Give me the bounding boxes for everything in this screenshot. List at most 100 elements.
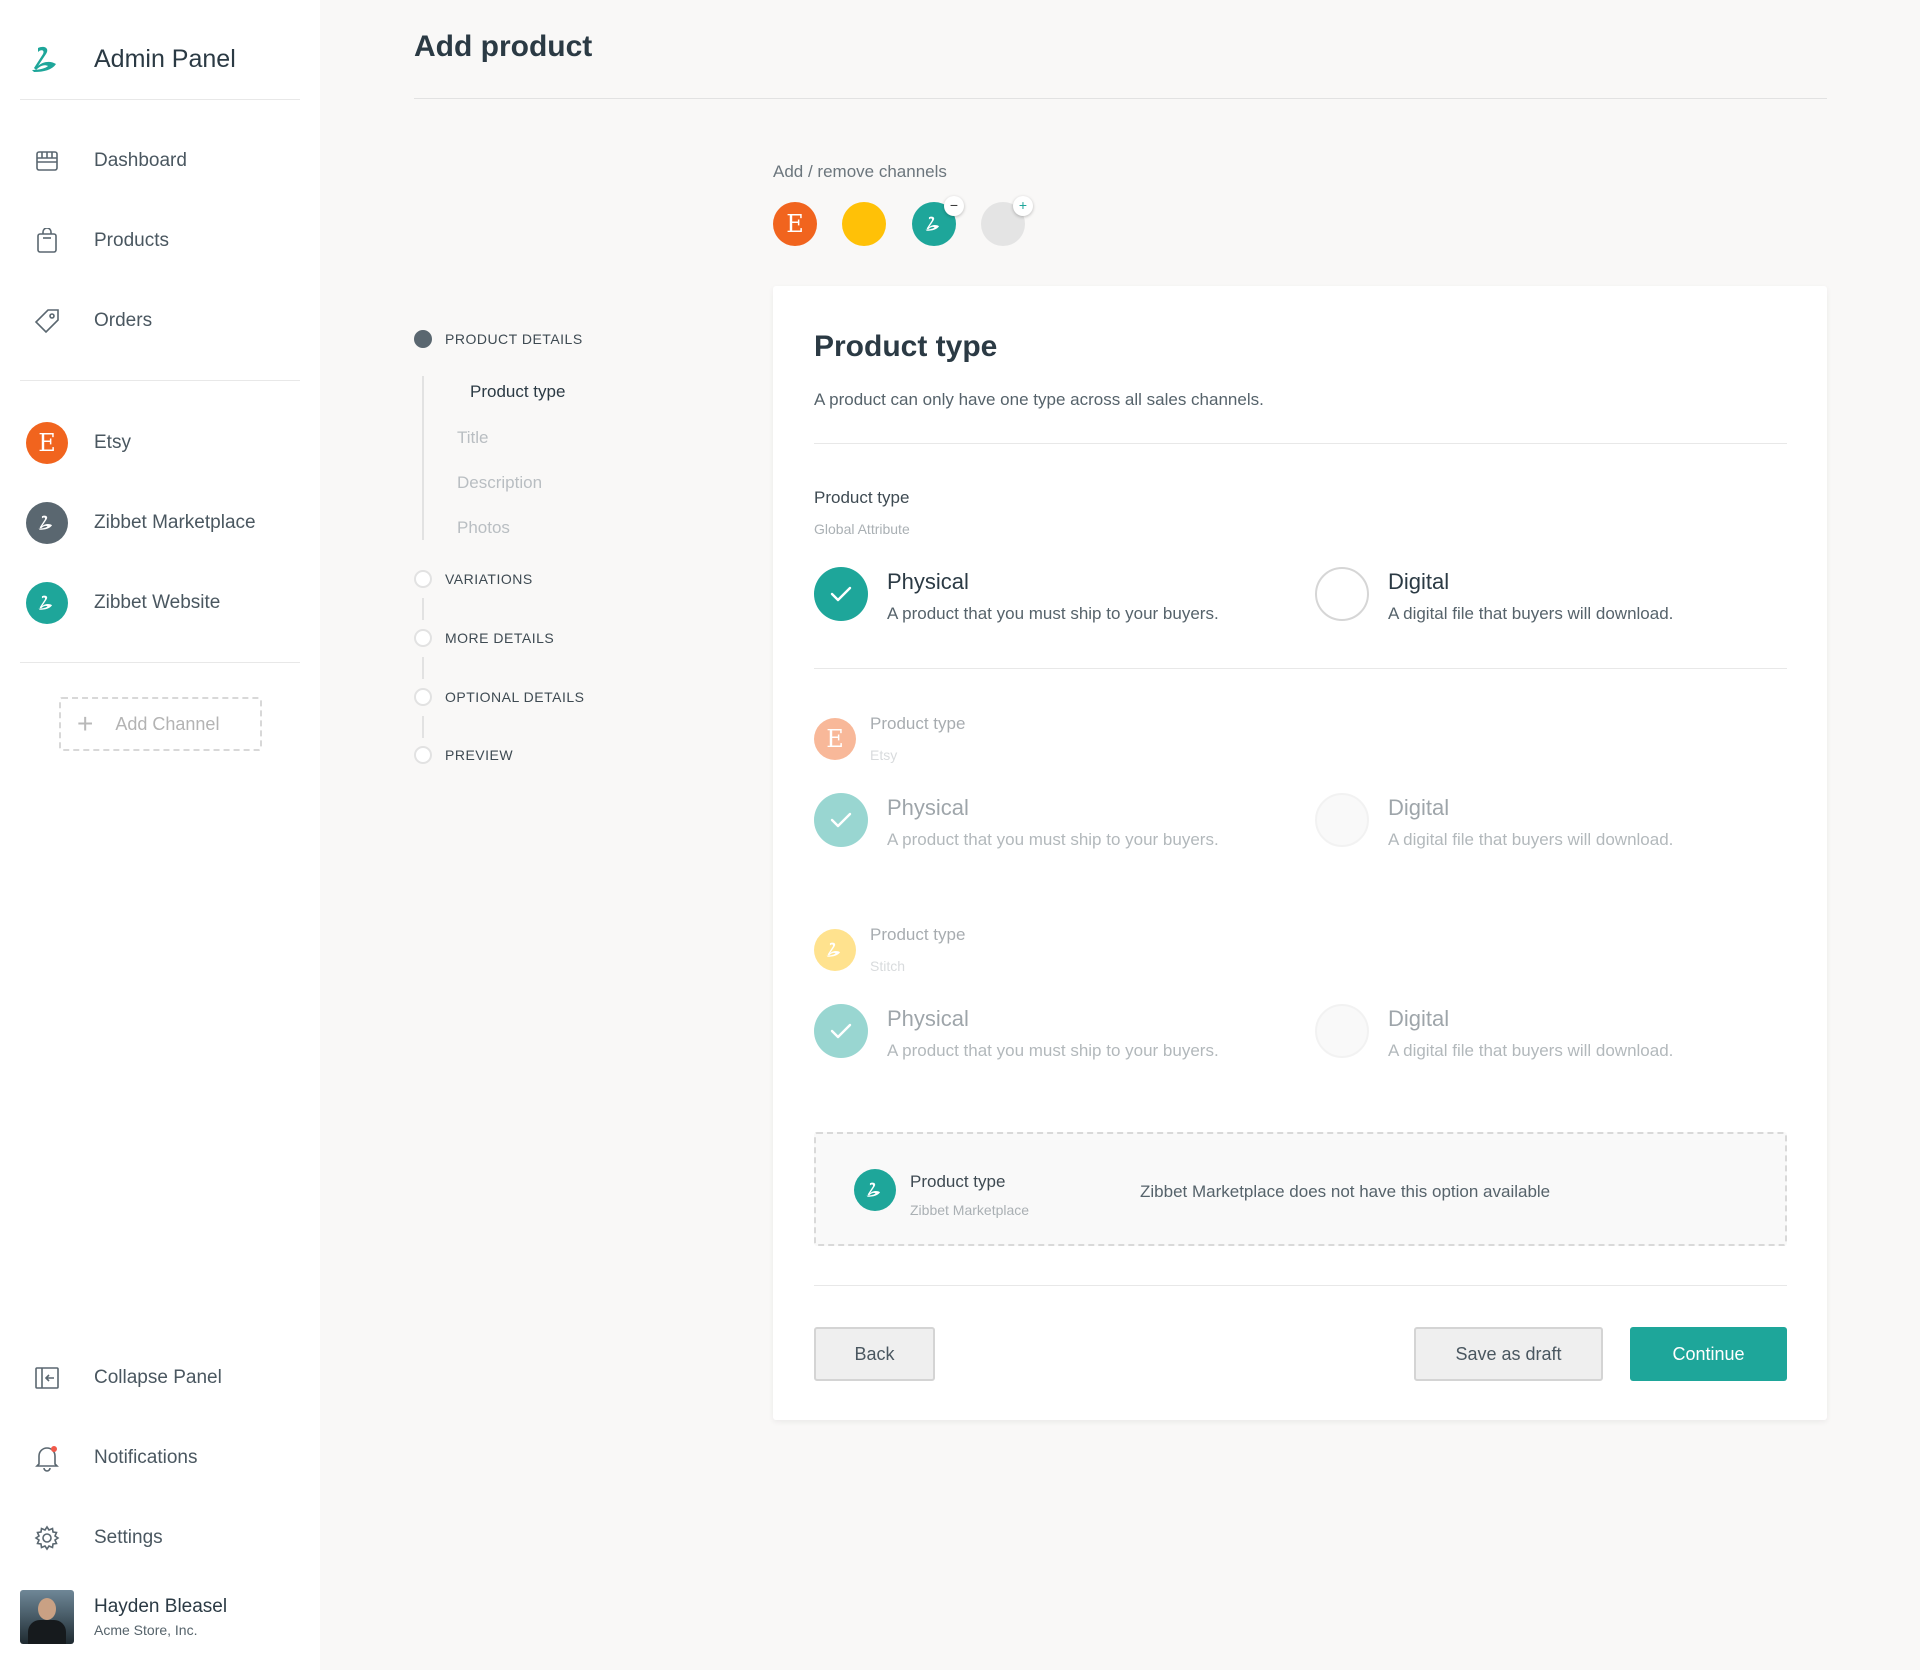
nav-label: Dashboard: [94, 150, 187, 171]
store-icon: [20, 134, 74, 188]
nav-products[interactable]: Products: [20, 213, 300, 269]
channel-zibbet-website[interactable]: Zibbet Website: [20, 575, 300, 631]
zibbet-icon: [26, 502, 68, 544]
continue-button[interactable]: Continue: [1630, 1327, 1787, 1381]
step-more-details[interactable]: MORE DETAILS: [414, 629, 554, 647]
card-divider: [814, 443, 1787, 444]
add-channel-button[interactable]: + Add Channel: [59, 697, 262, 751]
option-desc: A product that you must ship to your buy…: [887, 604, 1219, 623]
stepper-line: [422, 376, 424, 540]
option-physical-stitch: Physical A product that you must ship to…: [814, 1004, 1219, 1061]
step-dot: [414, 688, 432, 706]
group-sub: Etsy: [870, 747, 898, 763]
card-divider: [814, 668, 1787, 669]
step-dot: [414, 629, 432, 647]
step-label: MORE DETAILS: [445, 630, 555, 646]
settings-button[interactable]: Settings: [20, 1510, 300, 1566]
option-physical-global[interactable]: Physical A product that you must ship to…: [814, 567, 1219, 624]
option-digital-global[interactable]: Digital A digital file that buyers will …: [1315, 567, 1673, 624]
notice-label: Product type: [910, 1172, 1006, 1191]
step-optional-details[interactable]: OPTIONAL DETAILS: [414, 688, 584, 706]
group-label: Product type: [870, 714, 966, 733]
tag-icon: [20, 294, 74, 348]
step-dot: [414, 746, 432, 764]
stepper-line: [422, 716, 424, 738]
unavailable-notice: Product type Zibbet Marketplace Zibbet M…: [814, 1132, 1787, 1246]
channel-label: Zibbet Marketplace: [94, 512, 256, 533]
channel-label: Zibbet Website: [94, 592, 221, 613]
user-profile[interactable]: Hayden Bleasel Acme Store, Inc.: [20, 1590, 227, 1644]
app-title: Admin Panel: [94, 45, 236, 73]
product-type-card: Product type A product can only have one…: [773, 286, 1827, 1420]
step-dot: [414, 570, 432, 588]
collapse-panel-button[interactable]: Collapse Panel: [20, 1350, 300, 1406]
nav-label: Collapse Panel: [94, 1367, 222, 1388]
plus-icon: +: [77, 708, 94, 739]
option-digital-etsy: Digital A digital file that buyers will …: [1315, 793, 1673, 850]
add-channel-badge[interactable]: +: [1013, 196, 1033, 216]
channel-toggle-empty[interactable]: +: [981, 196, 1033, 246]
channel-etsy[interactable]: E Etsy: [20, 415, 300, 471]
step-label: OPTIONAL DETAILS: [445, 689, 585, 705]
channel-zibbet-marketplace[interactable]: Zibbet Marketplace: [20, 495, 300, 551]
notice-sub: Zibbet Marketplace: [910, 1202, 1030, 1218]
channel-label: Etsy: [94, 432, 131, 453]
substep-photos[interactable]: Photos: [457, 518, 510, 538]
channel-toggle-zibbet[interactable]: −: [912, 196, 964, 246]
substep-product-type[interactable]: Product type: [470, 382, 565, 402]
avatar: [20, 1590, 74, 1644]
stitch-icon: [814, 929, 856, 971]
sidebar-divider: [20, 380, 300, 381]
option-title: Physical: [887, 569, 969, 594]
group-sub: Stitch: [870, 958, 906, 974]
back-button[interactable]: Back: [814, 1327, 935, 1381]
substep-title[interactable]: Title: [457, 428, 489, 448]
option-desc: A product that you must ship to your buy…: [887, 830, 1219, 849]
step-label: PRODUCT DETAILS: [445, 331, 583, 347]
nav-orders[interactable]: Orders: [20, 293, 300, 349]
remove-channel-badge[interactable]: −: [944, 196, 964, 216]
group-label: Product type: [870, 925, 966, 944]
option-title: Digital: [1388, 795, 1450, 820]
user-name: Hayden Bleasel: [94, 1596, 228, 1617]
option-digital-stitch: Digital A digital file that buyers will …: [1315, 1004, 1673, 1061]
radio-checked[interactable]: [814, 567, 868, 621]
group-label: Product type: [814, 488, 910, 507]
radio-unchecked: [1315, 1004, 1369, 1058]
step-label: PREVIEW: [445, 747, 514, 763]
radio-unchecked: [1315, 793, 1369, 847]
sidebar-divider: [20, 662, 300, 663]
option-desc: A digital file that buyers will download…: [1388, 830, 1674, 849]
step-preview[interactable]: PREVIEW: [414, 746, 513, 764]
option-title: Physical: [887, 1006, 969, 1031]
check-icon: [830, 586, 852, 602]
substep-description[interactable]: Description: [457, 473, 542, 493]
sidebar: Admin Panel Dashboard Products Orders E …: [0, 0, 320, 1670]
option-title: Digital: [1388, 1006, 1450, 1031]
save-draft-button[interactable]: Save as draft: [1414, 1327, 1603, 1381]
option-desc: A digital file that buyers will download…: [1388, 1041, 1674, 1060]
nav-label: Orders: [94, 310, 153, 331]
collapse-icon: [20, 1351, 74, 1405]
nav-dashboard[interactable]: Dashboard: [20, 133, 300, 189]
header-divider: [414, 98, 1827, 99]
swan-logo-icon: [20, 33, 74, 87]
radio-unchecked[interactable]: [1315, 567, 1369, 621]
step-variations[interactable]: VARIATIONS: [414, 570, 533, 588]
step-product-details[interactable]: PRODUCT DETAILS: [414, 330, 583, 348]
option-desc: A digital file that buyers will download…: [1388, 604, 1674, 623]
add-channel-label: Add Channel: [115, 713, 220, 734]
step-dot: [414, 330, 432, 348]
option-physical-etsy: Physical A product that you must ship to…: [814, 793, 1219, 850]
option-title: Digital: [1388, 569, 1450, 594]
nav-label: Settings: [94, 1527, 163, 1548]
bag-icon: [20, 214, 74, 268]
channel-toggle-stitch[interactable]: [842, 202, 886, 246]
zibbet-icon: [26, 582, 68, 624]
channel-toggle-etsy[interactable]: E: [773, 202, 817, 246]
stepper-line: [422, 657, 424, 679]
check-icon: [830, 812, 852, 828]
nav-label: Products: [94, 230, 169, 251]
nav-label: Notifications: [94, 1447, 198, 1468]
notifications-button[interactable]: Notifications: [20, 1430, 300, 1486]
